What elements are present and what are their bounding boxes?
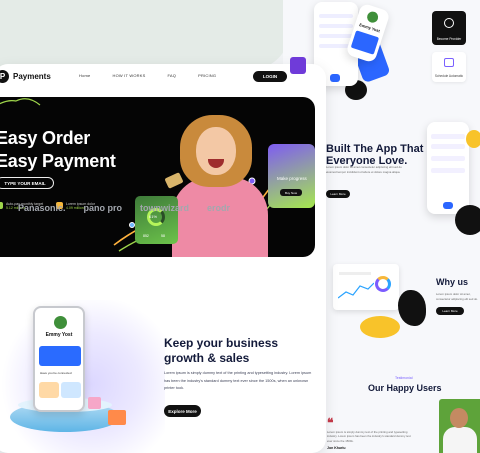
app-body-text: Lorem ipsum dolor sit amet consectetur a… [326,165,402,174]
yellow-blob-shape-3 [360,316,400,338]
growth-body: Lorem ipsum is simply dummy text of the … [164,371,312,391]
phone-user-name: Emmy Yost [45,332,73,338]
growth-phone-mockup: Emmy Yost Have you be connected [33,306,85,412]
hero-title-line2: Easy Payment [0,151,116,171]
make-progress-label: Make progress [277,176,307,181]
hero-title-line1: Easy Order [0,128,91,148]
stats-value-b: 58 [161,234,165,238]
testimonial-title: Our Happy Users [368,383,442,393]
testimonial-body: Lorem ipsum is simply dummy text of the … [327,430,411,443]
nav-link-pricing[interactable]: PRICING [198,73,216,78]
hero-person-image [164,115,268,257]
donut-chart-icon [375,276,391,292]
become-provider-tile[interactable]: Become Provider [432,11,466,45]
why-learn-more-button[interactable]: Learn More [436,307,464,315]
why-us-title: Why us [436,277,469,287]
stat-icon [0,202,3,209]
quote-icon: ❝ [327,416,334,430]
app-heading-line1: Built The App That [326,143,424,155]
logo-panasonic: Panasonic. [18,203,66,213]
gift-box-icon [108,410,126,425]
yellow-blob-shape-2 [466,130,480,148]
schedule-tile[interactable]: Schedule Automatic [432,52,466,82]
schedule-label: Schedule Automatic [434,74,464,78]
logo-pano-pro: pano pro [83,203,123,213]
growth-title: Keep your business growth & sales [164,336,278,366]
login-button[interactable]: LOGIN [253,71,287,82]
hero-title: Easy Order Easy Payment [0,127,116,173]
why-us-body: Lorem ipsum dolor sit amet, consectetur … [436,292,478,301]
list-phone-mockup [427,122,469,214]
avatar [54,316,67,329]
nav-link-home[interactable]: Home [79,73,90,78]
plant-decoration [88,397,101,409]
learn-more-button[interactable]: Learn More [326,190,350,198]
logo-erodr: erodr [207,203,231,213]
phone-bar-chart [39,346,81,366]
stats-percent: 61% [149,214,158,219]
nav-link-faq[interactable]: FAQ [167,73,176,78]
email-cta-button[interactable]: TYPE YOUR EMAIL [0,177,54,189]
testimonial-photo [439,399,480,453]
backdrop-panel [0,0,290,70]
logo-townwizard: townwizard [140,203,190,213]
nav-link-how-it-works[interactable]: HOW IT WORKS [112,73,145,78]
nav-links: Home HOW IT WORKS FAQ PRICING [79,73,216,78]
testimonial-label: Testimonial [395,376,413,380]
buy-now-button[interactable]: Buy Now [280,189,302,196]
explore-more-button[interactable]: Explore More [164,405,201,417]
partner-logos: Panasonic. pano pro townwizard erodr [18,203,230,213]
app-heading: Built The App That Everyone Love. [326,143,423,167]
black-blob-shape-2 [455,205,480,235]
brand-name: Payments [13,72,51,81]
make-progress-card: Make progress Buy Now [268,144,315,208]
become-provider-label: Become Provider [436,37,462,41]
growth-title-line1: Keep your business [164,336,279,350]
phone-caption: Have you be connected [40,371,72,375]
top-navbar: P Payments Home HOW IT WORKS FAQ PRICING… [0,64,326,90]
dashboard-line-graph [338,282,374,299]
growth-title-line2: growth & sales [164,351,250,365]
dashboard-mockup [333,264,399,310]
shopping-bag-icon [290,57,306,74]
showcase-canvas: Emmy Yost Become Provider Schedule Autom… [0,0,480,453]
hero-banner: Easy Order Easy Payment TYPE YOUR EMAIL … [0,97,315,257]
brand[interactable]: P Payments [0,70,51,83]
testimonial-author: Jon Khuriu [327,446,346,450]
brand-logo-icon: P [0,70,9,83]
stats-value-a: 852 [143,234,149,238]
